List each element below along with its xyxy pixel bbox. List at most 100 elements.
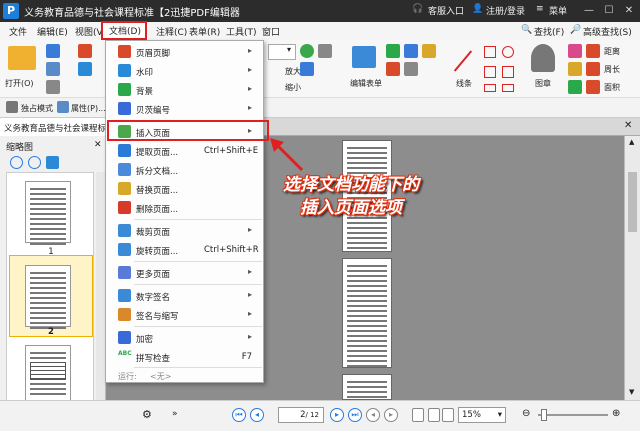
run-none-value[interactable]: <无> — [150, 371, 171, 382]
exclusive-mode-button[interactable]: 独占模式 — [21, 103, 53, 114]
print-icon[interactable] — [46, 62, 60, 76]
shrink-label[interactable]: 缩小 — [285, 82, 301, 93]
zoom-in-status-icon[interactable]: ⊕ — [612, 408, 620, 419]
line-label[interactable]: 线条 — [456, 78, 472, 89]
maximize-button[interactable]: ☐ — [600, 0, 618, 22]
line-tool-icon[interactable] — [453, 50, 473, 72]
area-icon[interactable] — [586, 80, 600, 94]
zoom-out-icon[interactable]: ⊖ — [522, 408, 530, 419]
area-label[interactable]: 面积 — [604, 82, 620, 93]
menu-document[interactable]: 文档(D) — [109, 24, 141, 37]
menu-item-header-footer[interactable]: 页眉页脚 ▸ — [106, 43, 263, 61]
find-button[interactable]: 查找(F) — [534, 25, 564, 38]
scroll-down-icon[interactable]: ▼ — [629, 388, 634, 396]
menu-item-rotate-page[interactable]: 旋转页面... Ctrl+Shift+R — [106, 241, 263, 259]
thumb-options-icon[interactable] — [46, 156, 59, 169]
advanced-find-icon[interactable]: 🔎 — [570, 25, 581, 35]
menu-item-digital-signature[interactable]: 数字签名 ▸ — [106, 287, 263, 305]
zoom-select[interactable] — [268, 44, 296, 60]
open-folder-icon[interactable] — [8, 46, 36, 70]
polygon-tool-icon[interactable] — [502, 66, 514, 78]
menu-item-background[interactable]: 背景 ▸ — [106, 81, 263, 99]
canvas-scrollbar[interactable]: ▲ ▼ — [624, 136, 640, 400]
single-page-icon[interactable] — [412, 408, 424, 422]
menu-item-delete-page[interactable]: 删除页面... — [106, 199, 263, 217]
eraser-icon[interactable] — [568, 44, 582, 58]
find-icon[interactable]: 🔍 — [521, 25, 532, 35]
form-radio-icon[interactable] — [386, 62, 400, 76]
enlarge-label[interactable]: 放大 — [285, 66, 301, 77]
settings-icon[interactable]: ⚙ — [142, 408, 152, 421]
distance-icon[interactable] — [586, 44, 600, 58]
arrow-tool-icon[interactable] — [484, 46, 496, 58]
redo-icon[interactable] — [78, 62, 92, 76]
zoom-in-icon[interactable] — [300, 44, 314, 58]
zoom-dropdown-arrow-icon[interactable]: ▾ — [498, 408, 502, 422]
user-icon[interactable]: 👤 — [472, 4, 483, 14]
distance-label[interactable]: 距离 — [604, 46, 620, 57]
rectangle-tool-icon[interactable] — [484, 66, 496, 78]
thumbnail-page-3[interactable] — [25, 345, 71, 407]
edit-form-label[interactable]: 编辑表单 — [350, 78, 382, 89]
close-tab-icon[interactable]: ✕ — [624, 120, 632, 131]
menu-window[interactable]: 窗口 — [262, 25, 280, 38]
document-tab[interactable]: 义务教育品德与社会课程标准 — [0, 118, 112, 136]
back-button[interactable]: ◂ — [366, 408, 380, 422]
grid-icon[interactable] — [318, 44, 332, 58]
zoom-slider-handle[interactable] — [541, 409, 547, 421]
form-list-icon[interactable] — [404, 62, 418, 76]
exclusive-mode-icon[interactable] — [6, 101, 18, 113]
prev-page-button[interactable]: ◂ — [250, 408, 264, 422]
close-button[interactable]: ✕ — [620, 0, 638, 22]
menu-item-signature-initials[interactable]: 签名与缩写 ▸ — [106, 306, 263, 324]
undo-icon[interactable] — [78, 44, 92, 58]
document-page-2[interactable] — [342, 258, 392, 368]
menu-tools[interactable]: 工具(T) — [226, 25, 257, 38]
menu-item-replace-page[interactable]: 替换页面... — [106, 180, 263, 198]
menu-annotate[interactable]: 注释(C) — [156, 25, 187, 38]
scroll-thumb[interactable] — [628, 172, 637, 232]
form-checkbox-icon[interactable] — [386, 44, 400, 58]
menu-form[interactable]: 表单(R) — [189, 25, 220, 38]
forward-button[interactable]: ▸ — [384, 408, 398, 422]
edit-form-icon[interactable] — [352, 46, 376, 68]
thumb-zoom-out-icon[interactable] — [28, 156, 41, 169]
sidebar-scrollbar[interactable] — [96, 172, 105, 418]
zoom-level-value[interactable]: 15% — [462, 410, 481, 420]
page-number-input[interactable]: 2/ 12 — [278, 407, 324, 423]
last-page-button[interactable]: ⏭ — [348, 408, 362, 422]
sidebar-close-icon[interactable]: ✕ — [94, 140, 102, 150]
more-icon[interactable]: » — [172, 409, 178, 419]
menu-item-bates-numbering[interactable]: 贝茨编号 ▸ — [106, 100, 263, 118]
save-icon[interactable] — [46, 44, 60, 58]
cloud-tool-icon[interactable] — [484, 84, 496, 92]
menu-file[interactable]: 文件 — [9, 25, 27, 38]
menu-item-watermark[interactable]: 水印 ▸ — [106, 62, 263, 80]
thumb-zoom-in-icon[interactable] — [10, 156, 23, 169]
document-page-3[interactable] — [342, 374, 392, 400]
scroll-up-icon[interactable]: ▲ — [629, 138, 634, 146]
login-link[interactable]: 注册/登录 — [486, 4, 525, 17]
email-icon[interactable] — [46, 80, 60, 94]
thumbnail-page-1[interactable] — [25, 181, 71, 245]
menu-item-extract-page[interactable]: 提取页面... Ctrl+Shift+E — [106, 142, 263, 160]
menu-edit[interactable]: 编辑(E) — [37, 25, 68, 38]
perimeter-label[interactable]: 周长 — [604, 64, 620, 75]
customer-service-link[interactable]: 客服入口 — [428, 4, 464, 17]
open-label[interactable]: 打开(O) — [5, 78, 34, 89]
next-page-button[interactable]: ▸ — [330, 408, 344, 422]
continuous-page-icon[interactable] — [428, 408, 440, 422]
properties-button[interactable]: 属性(P)... — [71, 103, 106, 114]
document-tab-label[interactable]: 义务教育品德与社会课程标准 — [4, 124, 112, 134]
zoom-level-select[interactable]: 15% ▾ — [458, 407, 506, 423]
menu-item-spell-check[interactable]: ABC 拼写检查 F7 — [106, 348, 263, 366]
facing-page-icon[interactable] — [442, 408, 454, 422]
menu-item-more-pages[interactable]: 更多页面 ▸ — [106, 264, 263, 282]
menu-icon[interactable]: ≡ — [536, 4, 544, 14]
stamp-icon[interactable] — [531, 44, 555, 72]
perimeter-icon[interactable] — [586, 62, 600, 76]
pencil-icon[interactable] — [568, 62, 582, 76]
properties-icon[interactable] — [57, 101, 69, 113]
form-text-icon[interactable] — [404, 44, 418, 58]
form-button-icon[interactable] — [422, 44, 436, 58]
